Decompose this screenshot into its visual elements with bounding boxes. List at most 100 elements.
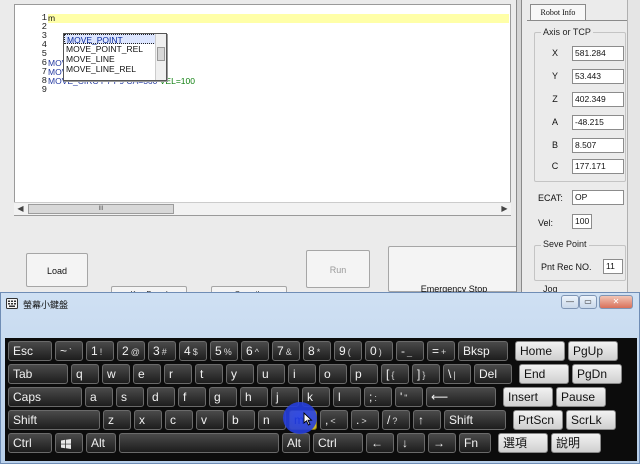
key-8[interactable]: 8 * bbox=[303, 341, 331, 361]
key-v[interactable]: v bbox=[196, 410, 224, 430]
maximize-button[interactable]: ▭ bbox=[579, 295, 597, 309]
key-r[interactable]: r bbox=[164, 364, 192, 384]
key-prtscn[interactable]: PrtScn bbox=[513, 410, 563, 430]
key-w[interactable]: w bbox=[102, 364, 130, 384]
key-end[interactable]: End bbox=[519, 364, 569, 384]
key-sym12[interactable]: ]} bbox=[412, 364, 440, 384]
emergency-stop-button[interactable]: Emergency Stop bbox=[388, 246, 520, 294]
autocomplete-list[interactable]: MOVE_POINT MOVE_POINT_REL MOVE_LINE MOVE_LI… bbox=[63, 33, 167, 81]
scroll-right-arrow-icon[interactable]: ▶ bbox=[498, 203, 511, 215]
key-sym10[interactable]: /? bbox=[382, 410, 410, 430]
key-pgdn[interactable]: PgDn bbox=[572, 364, 622, 384]
key-tab[interactable]: Tab bbox=[8, 364, 68, 384]
code-editor[interactable]: 123456789 mMOVE_POINT P4MOVE_POINT P10MO… bbox=[14, 4, 511, 216]
key-7[interactable]: 7 & bbox=[272, 341, 300, 361]
scroll-left-arrow-icon[interactable]: ◀ bbox=[14, 203, 27, 215]
run-button[interactable]: Run bbox=[306, 250, 370, 288]
key-f[interactable]: f bbox=[178, 387, 206, 407]
key-n[interactable]: n bbox=[258, 410, 286, 430]
key-sym12[interactable]: ⟵ bbox=[426, 387, 496, 407]
editor-horizontal-scrollbar[interactable]: ◀ III ▶ bbox=[14, 202, 511, 215]
key-a[interactable]: a bbox=[85, 387, 113, 407]
autocomplete-item[interactable]: MOVE_POINT bbox=[64, 34, 166, 45]
key-caps[interactable]: Caps bbox=[8, 387, 82, 407]
key-windows[interactable] bbox=[55, 433, 83, 453]
close-button[interactable]: ✕ bbox=[599, 295, 633, 309]
minimize-button[interactable]: — bbox=[561, 295, 579, 309]
key-e[interactable]: e bbox=[133, 364, 161, 384]
key-ctrl[interactable]: Ctrl bbox=[8, 433, 52, 453]
key-t[interactable]: t bbox=[195, 364, 223, 384]
key-i[interactable]: i bbox=[288, 364, 316, 384]
key-sym10[interactable]: ;: bbox=[364, 387, 392, 407]
key-pgup[interactable]: PgUp bbox=[568, 341, 618, 361]
autocomplete-scroll-thumb[interactable] bbox=[157, 47, 165, 61]
key-del[interactable]: Del bbox=[474, 364, 512, 384]
key-0[interactable]: 0) bbox=[365, 341, 393, 361]
key-sym13[interactable]: \ | bbox=[443, 364, 471, 384]
key-g[interactable]: g bbox=[209, 387, 237, 407]
code-line-current[interactable]: m bbox=[48, 14, 509, 23]
key-6[interactable]: 6 ^ bbox=[241, 341, 269, 361]
key-s[interactable]: s bbox=[116, 387, 144, 407]
key-ctrl[interactable]: Ctrl bbox=[313, 433, 363, 453]
key-sym11[interactable]: ↑ bbox=[413, 410, 441, 430]
code-line[interactable] bbox=[48, 86, 509, 95]
key-scrlk[interactable]: ScrLk bbox=[566, 410, 616, 430]
horizontal-scroll-thumb[interactable]: III bbox=[28, 204, 174, 214]
key-sym12[interactable]: - _ bbox=[396, 341, 424, 361]
load-button[interactable]: Load bbox=[26, 253, 88, 287]
key-pause[interactable]: Pause bbox=[556, 387, 606, 407]
key-y[interactable]: y bbox=[226, 364, 254, 384]
key-shift-label: ! bbox=[99, 347, 103, 357]
key-h[interactable]: h bbox=[240, 387, 268, 407]
tab-robot-info[interactable]: Robot Info bbox=[530, 4, 586, 20]
key-sym11[interactable]: ' " bbox=[395, 387, 423, 407]
key-sym11[interactable]: 說明 bbox=[551, 433, 601, 453]
key-esc[interactable]: Esc bbox=[8, 341, 52, 361]
key-d[interactable]: d bbox=[147, 387, 175, 407]
autocomplete-item[interactable]: MOVE_LINE_REL bbox=[64, 64, 166, 74]
vel-input[interactable]: 100 bbox=[572, 214, 592, 229]
autocomplete-scrollbar[interactable] bbox=[155, 34, 166, 80]
key-alt[interactable]: Alt bbox=[86, 433, 116, 453]
key-1[interactable]: 1! bbox=[86, 341, 114, 361]
key-sym6[interactable]: ← bbox=[366, 433, 394, 453]
key-9[interactable]: 9( bbox=[334, 341, 362, 361]
key-o[interactable]: o bbox=[319, 364, 347, 384]
key-shift[interactable]: Shift bbox=[444, 410, 506, 430]
key-alt[interactable]: Alt bbox=[282, 433, 310, 453]
key-c[interactable]: c bbox=[165, 410, 193, 430]
autocomplete-item[interactable]: MOVE_POINT_REL bbox=[64, 44, 166, 54]
key-sym11[interactable]: [{ bbox=[381, 364, 409, 384]
key-sym10[interactable]: 選項 bbox=[498, 433, 548, 453]
key-b[interactable]: b bbox=[227, 410, 255, 430]
code-line[interactable] bbox=[48, 23, 509, 32]
key-sym9[interactable]: . > bbox=[351, 410, 379, 430]
osk-title-bar[interactable]: 螢幕小鍵盤 — ▭ ✕ bbox=[1, 293, 639, 314]
key-bksp[interactable]: Bksp bbox=[458, 341, 508, 361]
key-fn[interactable]: Fn bbox=[459, 433, 491, 453]
key-3[interactable]: 3 # bbox=[148, 341, 176, 361]
key-space[interactable] bbox=[119, 433, 279, 453]
key-sym8[interactable]: , < bbox=[320, 410, 348, 430]
panel-splitter[interactable] bbox=[516, 0, 522, 300]
key-insert[interactable]: Insert bbox=[503, 387, 553, 407]
key-5[interactable]: 5% bbox=[210, 341, 238, 361]
key-home[interactable]: Home bbox=[515, 341, 565, 361]
key-p[interactable]: p bbox=[350, 364, 378, 384]
autocomplete-item[interactable]: MOVE_LINE bbox=[64, 54, 166, 64]
key-sym1[interactable]: ~ ` bbox=[55, 341, 83, 361]
key-l[interactable]: l bbox=[333, 387, 361, 407]
key-2[interactable]: 2 @ bbox=[117, 341, 145, 361]
key-sym8[interactable]: → bbox=[428, 433, 456, 453]
key-x[interactable]: x bbox=[134, 410, 162, 430]
key-4[interactable]: 4 $ bbox=[179, 341, 207, 361]
key-sym13[interactable]: = + bbox=[427, 341, 455, 361]
key-z[interactable]: z bbox=[103, 410, 131, 430]
key-sym7[interactable]: ↓ bbox=[397, 433, 425, 453]
axis-label-z: Z bbox=[552, 94, 558, 104]
key-q[interactable]: q bbox=[71, 364, 99, 384]
key-u[interactable]: u bbox=[257, 364, 285, 384]
key-shift[interactable]: Shift bbox=[8, 410, 100, 430]
